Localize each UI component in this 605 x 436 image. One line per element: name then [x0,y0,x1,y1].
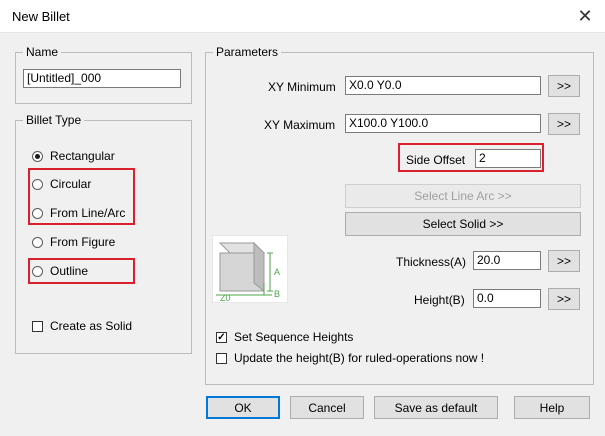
name-group: Name [Untitled]_000 [15,45,192,104]
diagram-z0-label: Z0 [220,293,231,303]
select-line-arc-button[interactable]: Select Line Arc >> [345,184,581,208]
name-input[interactable]: [Untitled]_000 [23,69,181,88]
radio-rectangular[interactable]: Rectangular [32,149,115,163]
xy-minimum-pick-button[interactable]: >> [548,75,580,97]
xy-minimum-label: XY Minimum [268,80,336,94]
highlight-circular-lineArc [28,168,135,225]
xy-minimum-input[interactable]: X0.0 Y0.0 [345,76,541,95]
radio-label: Rectangular [50,149,115,163]
thickness-pick-button[interactable]: >> [548,250,580,272]
thickness-input[interactable]: 20.0 [473,251,541,270]
select-solid-button[interactable]: Select Solid >> [345,212,581,236]
parameters-legend: Parameters [213,45,282,59]
save-as-default-button[interactable]: Save as default [374,396,498,419]
checkbox-box-icon [32,320,43,332]
set-sequence-heights-checkbox[interactable]: ✓ Set Sequence Heights [216,330,353,344]
xy-maximum-input[interactable]: X100.0 Y100.0 [345,114,541,133]
close-icon[interactable]: ✕ [565,0,605,32]
xy-maximum-pick-button[interactable]: >> [548,113,580,135]
diagram-b-label: B [274,289,280,299]
dialog-title: New Billet [12,9,70,24]
radio-dot-icon [32,150,43,162]
billet-type-group: Billet Type Rectangular Circular From Li… [15,113,192,354]
highlight-side-offset [398,143,544,172]
thickness-label: Thickness(A) [396,255,467,269]
xy-maximum-label: XY Maximum [264,118,336,132]
cancel-button[interactable]: Cancel [290,396,364,419]
radio-from-figure[interactable]: From Figure [32,235,115,249]
radio-label: From Figure [50,235,116,249]
diagram-a-label: A [274,267,280,277]
checkbox-label: Create as Solid [50,319,133,333]
height-label: Height(B) [414,293,465,307]
height-input[interactable]: 0.0 [473,289,541,308]
help-button[interactable]: Help [514,396,590,419]
highlight-outline [28,258,135,284]
radio-dot-icon [32,236,43,248]
ok-button[interactable]: OK [206,396,280,419]
billet-type-legend: Billet Type [23,113,85,127]
checkbox-label: Update the height(B) for ruled-operation… [234,351,485,365]
create-as-solid-checkbox[interactable]: Create as Solid [32,319,132,333]
update-height-checkbox[interactable]: Update the height(B) for ruled-operation… [216,351,484,365]
checkbox-box-icon [216,352,227,364]
height-pick-button[interactable]: >> [548,288,580,310]
title-bar: New Billet ✕ [0,0,605,33]
billet-diagram-icon: A B Z0 [212,235,288,303]
checkbox-label: Set Sequence Heights [234,330,354,344]
name-legend: Name [23,45,62,59]
check-mark-icon: ✓ [216,331,227,343]
